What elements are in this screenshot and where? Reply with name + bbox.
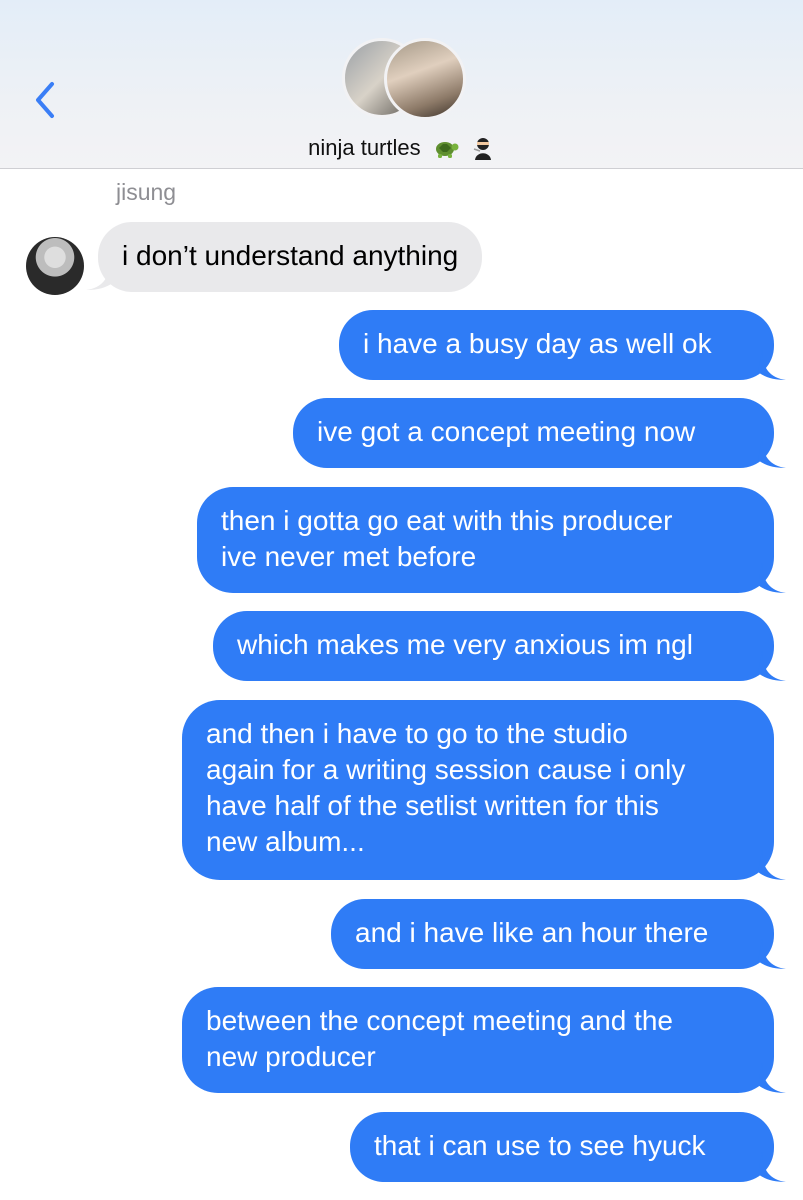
outgoing-bubble-tail: [758, 651, 786, 681]
outgoing-bubble-tail: [758, 350, 786, 380]
outgoing-bubble-tail: [758, 939, 786, 969]
message-line: new album...: [206, 826, 365, 857]
outgoing-message-bubble[interactable]: and i have like an hour there: [331, 899, 774, 969]
outgoing-bubble-tail: [758, 1152, 786, 1182]
message-text: i don’t understand anything: [122, 240, 459, 271]
outgoing-bubble-tail: [758, 1063, 786, 1093]
message-text: which makes me very anxious im ngl: [237, 629, 693, 660]
group-name-label: ninja turtles: [308, 135, 421, 161]
member-avatar: [384, 38, 466, 120]
outgoing-message-bubble[interactable]: ive got a concept meeting now: [293, 398, 774, 468]
message-text: ive got a concept meeting now: [317, 416, 696, 447]
message-text: and i have like an hour there: [355, 917, 709, 948]
message-line: ive never met before: [221, 541, 477, 572]
contact-avatar[interactable]: [26, 237, 84, 295]
conversation-header: ninja turtles: [0, 0, 803, 169]
turtle-icon: [435, 142, 459, 159]
group-avatars[interactable]: [342, 38, 466, 120]
outgoing-bubble-tail: [758, 850, 786, 880]
message-line: have half of the setlist written for thi…: [206, 790, 659, 821]
chevron-left-icon[interactable]: [30, 78, 60, 122]
outgoing-message-bubble[interactable]: and then i have to go to the studio agai…: [182, 700, 774, 880]
outgoing-message-bubble[interactable]: between the concept meeting and the new …: [182, 987, 774, 1093]
incoming-bubble-tail: [86, 260, 114, 290]
outgoing-bubble-tail: [758, 563, 786, 593]
message-line: again for a writing session cause i only: [206, 754, 686, 785]
message-line: then i gotta go eat with this producer: [221, 505, 673, 536]
message-line: new producer: [206, 1041, 376, 1072]
group-name[interactable]: ninja turtles: [0, 134, 803, 161]
outgoing-bubble-tail: [758, 438, 786, 468]
sender-name: jisung: [116, 179, 177, 205]
outgoing-message-bubble[interactable]: then i gotta go eat with this producer i…: [197, 487, 774, 593]
outgoing-message-bubble[interactable]: which makes me very anxious im ngl: [213, 611, 774, 681]
message-text: i have a busy day as well ok: [363, 328, 712, 359]
message-text: that i can use to see hyuck: [374, 1130, 706, 1161]
message-line: and then i have to go to the studio: [206, 718, 628, 749]
ninja-icon: [473, 138, 491, 161]
outgoing-message-bubble[interactable]: i have a busy day as well ok: [339, 310, 774, 380]
message-line: between the concept meeting and the: [206, 1005, 674, 1036]
outgoing-message-bubble[interactable]: that i can use to see hyuck: [350, 1112, 774, 1182]
incoming-message-bubble[interactable]: i don’t understand anything: [98, 222, 483, 292]
